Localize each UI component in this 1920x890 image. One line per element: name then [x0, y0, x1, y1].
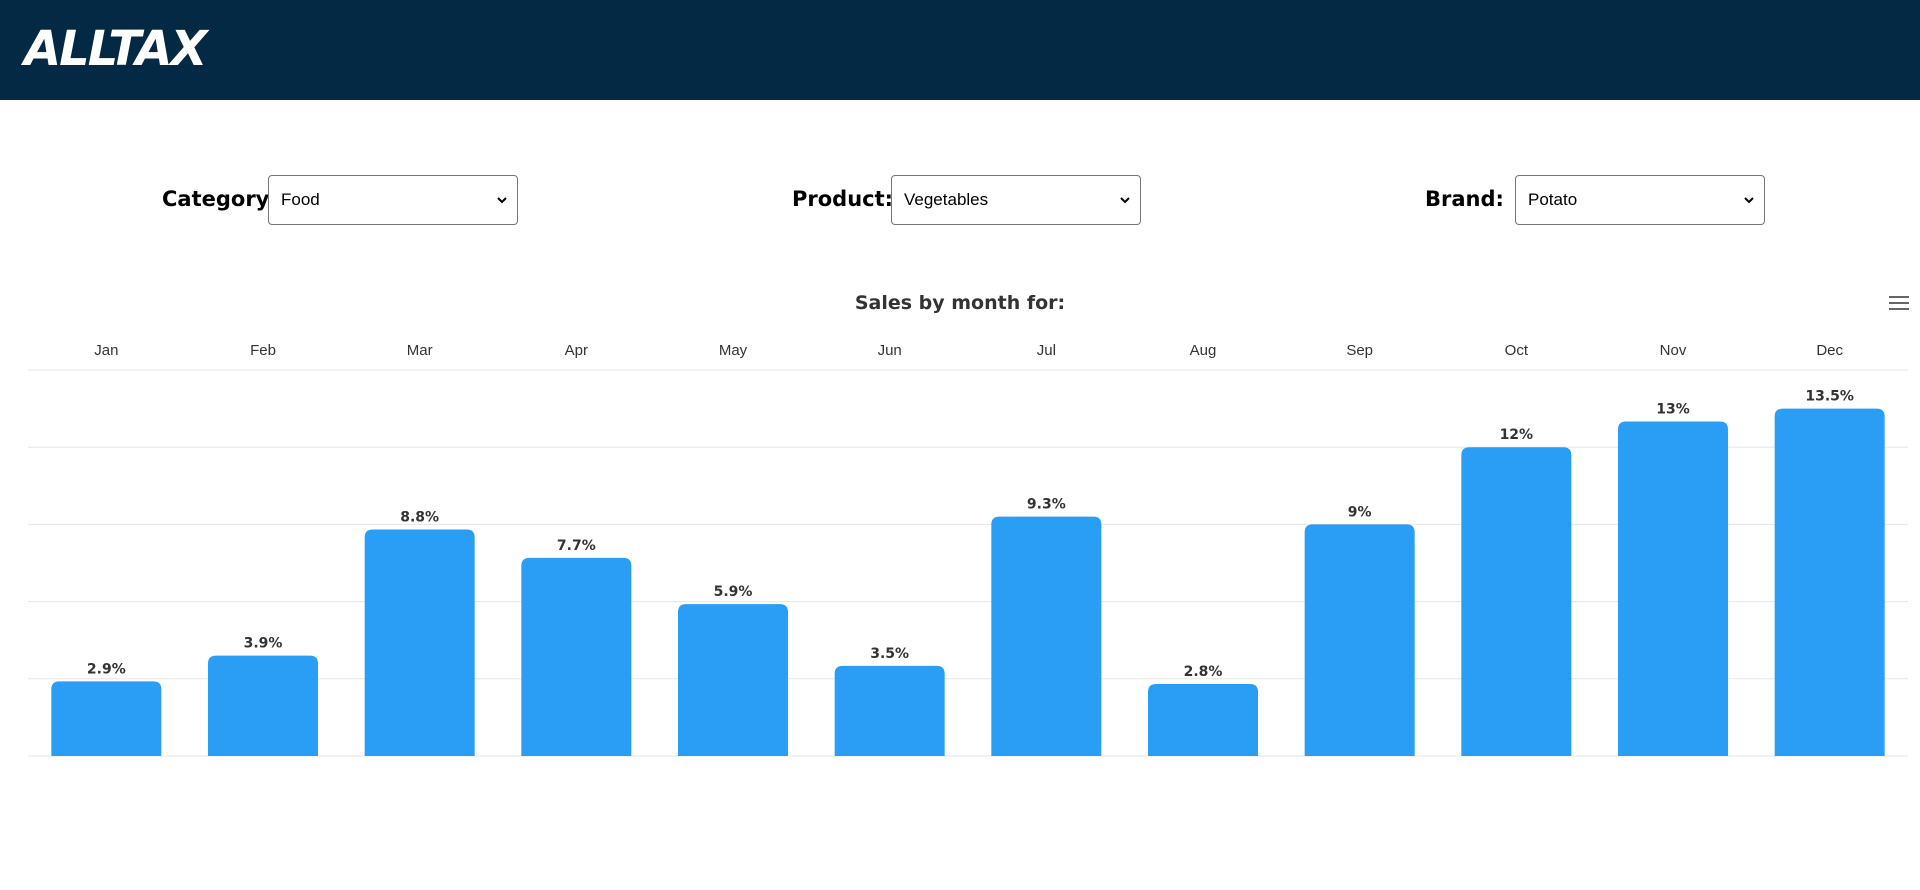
top-navigation-bar: ALLTAX	[0, 0, 1920, 100]
bar-aug[interactable]	[1148, 683, 1258, 756]
bar-apr[interactable]	[521, 557, 632, 756]
bar-may[interactable]	[678, 604, 788, 756]
chart-title: Sales by month for:	[854, 292, 1066, 314]
bar-dec[interactable]	[1774, 408, 1885, 756]
sales-bar-chart: Jan 2.9% Feb 3.9% Mar 8.8% Apr 7.7% May 5.9% Jun 3.…	[28, 342, 1908, 757]
product-label: Product:	[792, 187, 894, 211]
data-label: 2.8%	[1184, 664, 1223, 680]
bar-jan[interactable]	[51, 681, 162, 756]
brand-select[interactable]: Potato	[1515, 175, 1765, 225]
bar-sep[interactable]	[1304, 524, 1415, 756]
category-label: Category:	[162, 187, 278, 211]
x-tick-label: Mar	[407, 342, 433, 359]
brand-label: Brand:	[1425, 187, 1504, 211]
data-label: 12%	[1500, 427, 1534, 443]
bar-jul[interactable]	[991, 516, 1102, 756]
x-tick-label: Jan	[94, 342, 118, 359]
hamburger-menu-icon[interactable]	[1888, 294, 1910, 312]
x-tick-label: Aug	[1190, 342, 1217, 359]
data-label: 3.9%	[244, 636, 283, 652]
x-tick-label: Oct	[1505, 342, 1529, 359]
chevron-down-icon	[497, 197, 507, 204]
bar-jun[interactable]	[834, 665, 945, 756]
data-label: 2.9%	[87, 661, 126, 677]
chevron-down-icon	[1120, 197, 1130, 204]
data-label: 13.5%	[1805, 389, 1854, 405]
data-label: 9.3%	[1027, 497, 1066, 513]
bar-mar[interactable]	[364, 529, 475, 756]
data-label: 13%	[1656, 401, 1690, 417]
category-select[interactable]: Food	[268, 175, 518, 225]
bar-nov[interactable]	[1618, 421, 1728, 756]
x-tick-label: Sep	[1346, 342, 1373, 359]
x-tick-label: May	[719, 342, 748, 359]
data-label: 8.8%	[400, 510, 439, 526]
alltax-logo[interactable]: ALLTAX	[24, 25, 208, 73]
data-label: 7.7%	[557, 538, 596, 554]
bar-oct[interactable]	[1461, 447, 1572, 756]
data-label: 9%	[1348, 504, 1372, 520]
x-tick-label: Feb	[250, 342, 276, 359]
product-select[interactable]: Vegetables	[891, 175, 1141, 225]
x-tick-label: Nov	[1660, 342, 1687, 359]
brand-select-value: Potato	[1528, 190, 1578, 209]
x-tick-label: Dec	[1816, 342, 1843, 359]
x-tick-label: Apr	[565, 342, 588, 359]
x-tick-label: Jun	[878, 342, 902, 359]
chevron-down-icon	[1744, 197, 1754, 204]
product-select-value: Vegetables	[904, 190, 989, 209]
bar-feb[interactable]	[208, 655, 318, 756]
data-label: 5.9%	[714, 584, 753, 600]
category-select-value: Food	[281, 190, 320, 209]
x-tick-label: Jul	[1037, 342, 1056, 359]
filter-bar: Category: Food Product: Vegetables Brand…	[0, 175, 1920, 225]
data-label: 3.5%	[870, 646, 909, 662]
